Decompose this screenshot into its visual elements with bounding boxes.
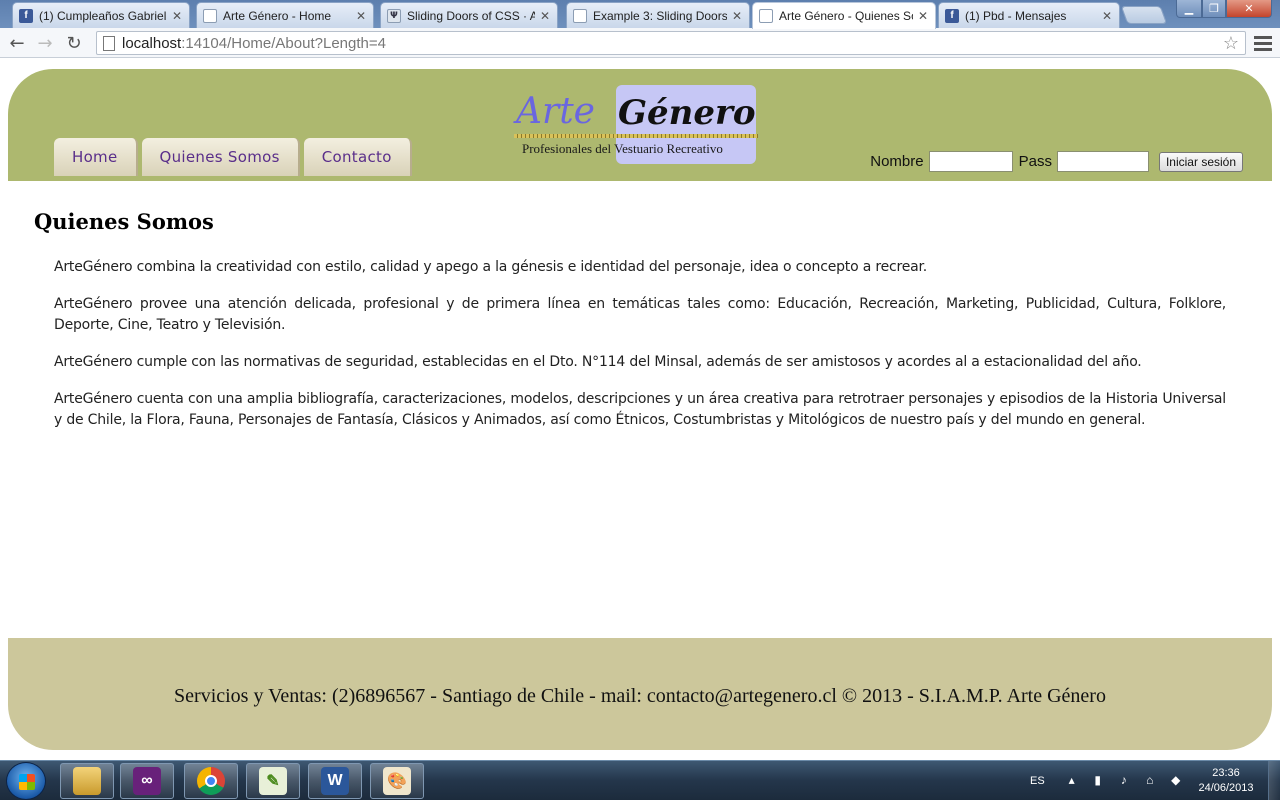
nombre-label: Nombre bbox=[870, 153, 924, 170]
close-icon[interactable]: ✕ bbox=[355, 9, 367, 23]
close-window-button[interactable]: ✕ bbox=[1226, 0, 1272, 18]
dropbox-icon[interactable]: ◆ bbox=[1168, 773, 1184, 789]
maximize-button[interactable]: ❐ bbox=[1202, 0, 1226, 18]
footer-text: Servicios y Ventas: (2)6896567 - Santiag… bbox=[174, 684, 1106, 707]
network-icon[interactable]: ▮ bbox=[1090, 773, 1106, 789]
close-icon[interactable]: ✕ bbox=[1101, 9, 1113, 23]
notepad-plus-icon[interactable]: ✎ bbox=[246, 763, 300, 799]
language-indicator[interactable]: ES bbox=[1030, 775, 1045, 787]
facebook-icon: f bbox=[19, 8, 33, 23]
nav-quienes-somos[interactable]: Quienes Somos bbox=[141, 138, 300, 176]
site-footer: Servicios y Ventas: (2)6896567 - Santiag… bbox=[8, 638, 1272, 750]
address-bar[interactable]: localhost:14104/Home/About?Length=4 ☆ bbox=[96, 31, 1246, 55]
menu-icon[interactable] bbox=[1254, 33, 1272, 53]
measuring-tape-icon bbox=[514, 134, 758, 138]
browser-tab[interactable]: Arte Género - Home ✕ bbox=[196, 2, 374, 28]
page-icon bbox=[203, 8, 217, 23]
pass-field[interactable] bbox=[1056, 151, 1149, 172]
reload-icon[interactable]: ↻ bbox=[63, 32, 85, 54]
nav-home[interactable]: Home bbox=[54, 138, 138, 176]
logo-genero-text: Género bbox=[618, 93, 756, 133]
tab-label: (1) Pbd - Mensajes bbox=[965, 8, 1067, 23]
taskbar: ∞ ✎ W 🎨 ES ▴ ▮ ♪ ⌂ ◆ 23:36 24/06/2013 bbox=[0, 760, 1280, 800]
file-explorer-icon[interactable] bbox=[60, 763, 114, 799]
page-icon bbox=[573, 8, 587, 23]
show-desktop-button[interactable] bbox=[1268, 761, 1280, 800]
browser-tab-strip: f (1) Cumpleaños Gabriell ✕ Arte Género … bbox=[0, 0, 1280, 29]
clock-time: 23:36 bbox=[1212, 767, 1240, 779]
word-icon[interactable]: W bbox=[308, 763, 362, 799]
minimize-button[interactable]: ▁ bbox=[1176, 0, 1202, 18]
tab-label: Arte Género - Home bbox=[223, 8, 332, 23]
volume-icon[interactable]: ♪ bbox=[1116, 773, 1132, 789]
nombre-field[interactable] bbox=[928, 151, 1013, 172]
tab-label: (1) Cumpleaños Gabriell bbox=[39, 8, 167, 23]
paragraph: ArteGénero cumple con las normativas de … bbox=[54, 354, 1142, 370]
close-icon[interactable]: ✕ bbox=[171, 9, 183, 23]
close-icon[interactable]: ✕ bbox=[917, 9, 929, 23]
browser-toolbar: ← → ↻ localhost:14104/Home/About?Length=… bbox=[0, 28, 1280, 58]
browser-tab[interactable]: Ψ Sliding Doors of CSS · An ✕ bbox=[380, 2, 558, 28]
tab-label: Example 3: Sliding Doors bbox=[593, 8, 727, 23]
paint-icon[interactable]: 🎨 bbox=[370, 763, 424, 799]
logo-tagline: Profesionales del Vestuario Recreativo bbox=[522, 141, 723, 156]
bookmark-star-icon[interactable]: ☆ bbox=[1223, 33, 1239, 54]
logo-arte-text: Arte bbox=[516, 91, 595, 132]
site-logo[interactable]: Arte Género Profesionales del Vestuario … bbox=[514, 85, 766, 167]
main-nav: Home Quienes Somos Contacto bbox=[54, 138, 412, 176]
chrome-icon[interactable] bbox=[184, 763, 238, 799]
page-icon bbox=[103, 35, 115, 51]
visual-studio-icon[interactable]: ∞ bbox=[120, 763, 174, 799]
browser-tab-active[interactable]: Arte Género - Quienes So ✕ bbox=[752, 2, 936, 29]
new-tab-button[interactable] bbox=[1120, 6, 1168, 24]
facebook-icon: f bbox=[945, 8, 959, 23]
url-path: :14104/Home/About?Length=4 bbox=[181, 34, 386, 52]
site-header: Home Quienes Somos Contacto Arte Género … bbox=[8, 69, 1272, 181]
usb-device-icon[interactable]: ⌂ bbox=[1142, 773, 1158, 789]
start-button[interactable] bbox=[6, 762, 46, 800]
windows-logo-icon bbox=[19, 774, 35, 790]
web-page: Home Quienes Somos Contacto Arte Género … bbox=[0, 59, 1280, 755]
tab-label: Arte Género - Quienes So bbox=[779, 9, 913, 23]
clock-date: 24/06/2013 bbox=[1198, 782, 1254, 794]
paragraph: ArteGénero provee una atención delicada,… bbox=[54, 296, 1226, 333]
main-content: Quienes Somos ArteGénero combina la crea… bbox=[34, 209, 1226, 447]
page-icon bbox=[759, 9, 773, 23]
page-title: Quienes Somos bbox=[34, 209, 214, 234]
system-tray: ES ▴ ▮ ♪ ⌂ ◆ bbox=[1030, 761, 1189, 800]
close-icon[interactable]: ✕ bbox=[731, 9, 743, 23]
browser-tab[interactable]: Example 3: Sliding Doors ✕ bbox=[566, 2, 750, 28]
browser-tab[interactable]: f (1) Pbd - Mensajes ✕ bbox=[938, 2, 1120, 28]
close-icon[interactable]: ✕ bbox=[539, 9, 551, 23]
site-icon: Ψ bbox=[387, 8, 401, 23]
forward-arrow-icon[interactable]: → bbox=[34, 32, 56, 54]
clock[interactable]: 23:36 24/06/2013 bbox=[1186, 766, 1266, 796]
back-arrow-icon[interactable]: ← bbox=[6, 32, 28, 54]
url-host: localhost bbox=[122, 34, 182, 52]
paragraph: ArteGénero cuenta con una amplia bibliog… bbox=[54, 391, 1226, 428]
browser-tab[interactable]: f (1) Cumpleaños Gabriell ✕ bbox=[12, 2, 190, 28]
tab-label: Sliding Doors of CSS · An bbox=[407, 8, 535, 23]
login-form: Nombre Pass Iniciar sesión bbox=[870, 151, 1243, 172]
nav-contacto[interactable]: Contacto bbox=[303, 138, 412, 176]
paragraph: ArteGénero combina la creatividad con es… bbox=[54, 259, 928, 275]
show-hidden-icons-icon[interactable]: ▴ bbox=[1064, 773, 1080, 789]
pass-label: Pass bbox=[1018, 153, 1052, 170]
login-button[interactable]: Iniciar sesión bbox=[1158, 151, 1243, 172]
